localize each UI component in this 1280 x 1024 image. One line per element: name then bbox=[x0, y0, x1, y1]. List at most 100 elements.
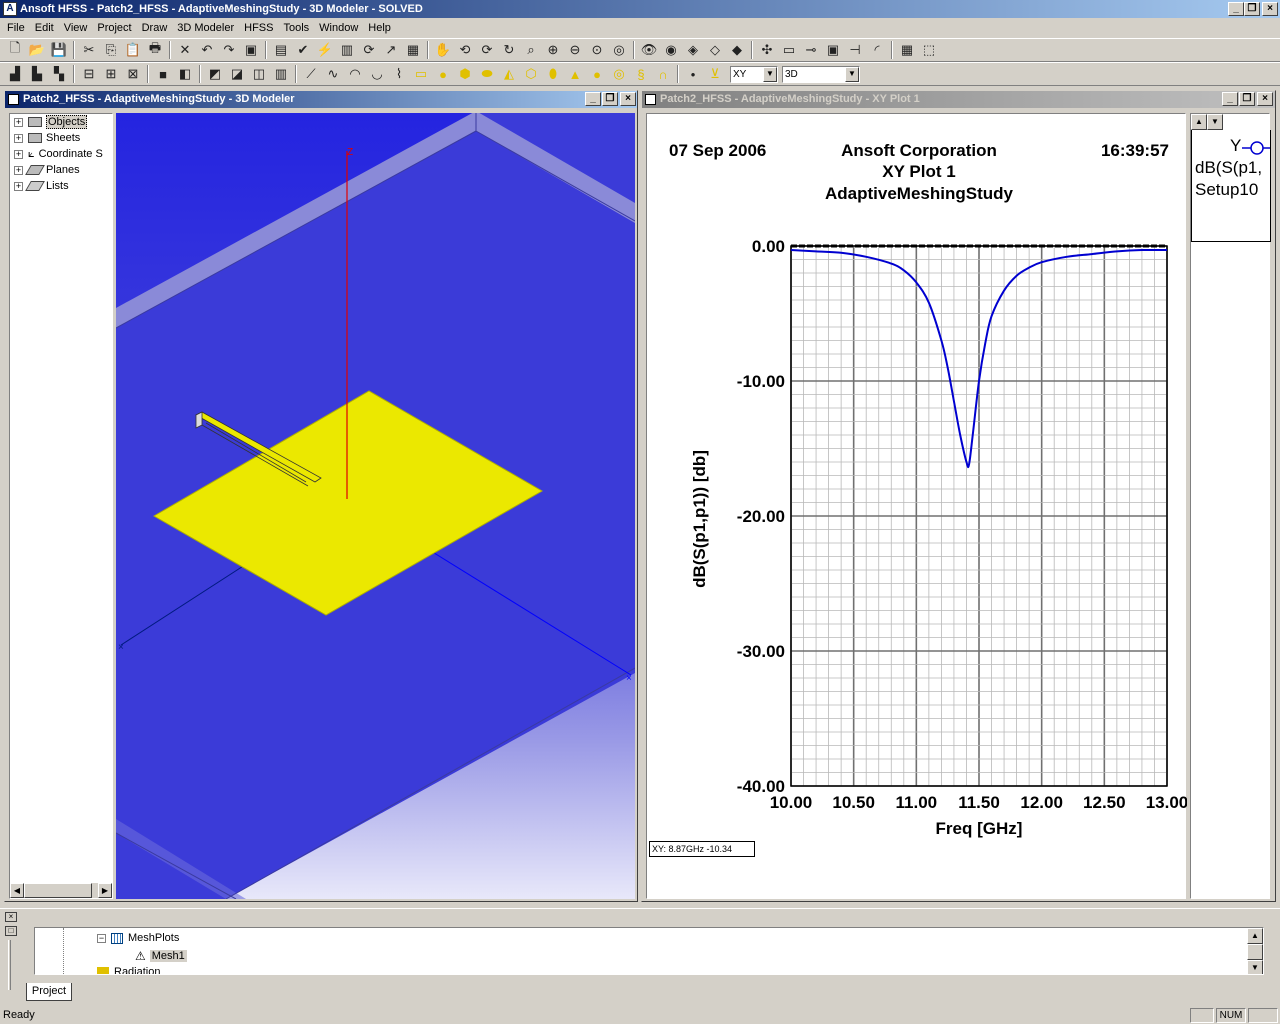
helix-solid-icon[interactable]: § bbox=[630, 64, 652, 84]
array-icon[interactable]: ◫ bbox=[248, 64, 270, 84]
tree-item-coordinate-systems[interactable]: + ⟀ Coordinate S bbox=[10, 146, 112, 162]
tree-item-radiation[interactable]: Radiation bbox=[97, 966, 160, 974]
menu-file[interactable]: File bbox=[2, 22, 30, 34]
scroll-thumb[interactable] bbox=[1247, 944, 1263, 960]
hide-all-icon[interactable]: ◇ bbox=[704, 40, 726, 60]
modeler-close-button[interactable]: × bbox=[620, 92, 636, 106]
collapse-icon[interactable]: − bbox=[97, 933, 106, 943]
visibility-icon[interactable]: ◆ bbox=[726, 40, 748, 60]
3d-scene[interactable]: × × Z bbox=[116, 113, 635, 899]
orbit-icon[interactable]: ↻ bbox=[498, 40, 520, 60]
tree-item-planes[interactable]: + Planes bbox=[10, 162, 112, 178]
undo-icon[interactable]: ↶ bbox=[196, 40, 218, 60]
pan-icon[interactable]: ✋ bbox=[432, 40, 454, 60]
fit-selection-icon[interactable]: ◎ bbox=[608, 40, 630, 60]
circle-icon[interactable]: ● bbox=[432, 64, 454, 84]
menu-window[interactable]: Window bbox=[314, 22, 363, 34]
expand-icon[interactable]: + bbox=[14, 149, 23, 159]
equation-curve-icon[interactable]: ◡ bbox=[366, 64, 388, 84]
3d-viewport[interactable]: × × Z bbox=[116, 113, 635, 899]
menu-view[interactable]: View bbox=[59, 22, 93, 34]
sphere-icon[interactable]: ● bbox=[586, 64, 608, 84]
tree-item-meshplots[interactable]: − MeshPlots bbox=[97, 932, 179, 944]
intersect-icon[interactable]: ▚ bbox=[48, 64, 70, 84]
zoom-in-icon[interactable]: ⊕ bbox=[542, 40, 564, 60]
chevron-down-icon[interactable]: ▼ bbox=[763, 66, 777, 82]
arc-snap-icon[interactable]: ◜ bbox=[866, 40, 888, 60]
bondwire-icon[interactable]: ∩ bbox=[652, 64, 674, 84]
center-snap-icon[interactable]: ▣ bbox=[822, 40, 844, 60]
menu-project[interactable]: Project bbox=[92, 22, 136, 34]
expand-icon[interactable]: + bbox=[14, 117, 23, 127]
validate-icon[interactable]: ✔ bbox=[292, 40, 314, 60]
delete-icon[interactable]: ✕ bbox=[174, 40, 196, 60]
separate-icon[interactable]: ⊠ bbox=[122, 64, 144, 84]
menu-edit[interactable]: Edit bbox=[30, 22, 59, 34]
new-icon[interactable]: 🗋 bbox=[4, 40, 26, 60]
box-icon[interactable]: ⬡ bbox=[520, 64, 542, 84]
analyze-icon[interactable]: ⚡ bbox=[314, 40, 336, 60]
hide-icon[interactable]: ◉ bbox=[660, 40, 682, 60]
chevron-down-icon[interactable]: ▼ bbox=[845, 66, 859, 82]
zoom-icon[interactable]: ⌕ bbox=[520, 40, 542, 60]
grid-snap-icon[interactable]: ✣ bbox=[756, 40, 778, 60]
cylinder-icon[interactable]: ⬮ bbox=[542, 64, 564, 84]
polygon-icon[interactable]: ⬢ bbox=[454, 64, 476, 84]
show-icon[interactable]: 👁 bbox=[638, 40, 660, 60]
show-all-icon[interactable]: ◈ bbox=[682, 40, 704, 60]
report-icon[interactable]: ↗ bbox=[380, 40, 402, 60]
xy-plot-chart[interactable]: 07 Sep 2006 Ansoft Corporation XY Plot 1… bbox=[647, 114, 1188, 900]
duplicate-icon[interactable]: ◪ bbox=[226, 64, 248, 84]
quick-icon[interactable]: ▣ bbox=[240, 40, 262, 60]
mode-combo[interactable]: 3D ▼ bbox=[782, 65, 860, 83]
copy-icon[interactable]: ⎘ bbox=[100, 40, 122, 60]
project-tree-scrollbar[interactable]: ▲ ▼ bbox=[1247, 928, 1263, 974]
redo-icon[interactable]: ↷ bbox=[218, 40, 240, 60]
rotate-obj-icon[interactable]: ◧ bbox=[174, 64, 196, 84]
plot-minimize-button[interactable]: _ bbox=[1222, 92, 1238, 106]
save-icon[interactable]: 💾 bbox=[48, 40, 70, 60]
legend-scroll-down-icon[interactable]: ▼ bbox=[1207, 114, 1223, 130]
move-icon[interactable]: ■ bbox=[152, 64, 174, 84]
cut-icon[interactable]: ✂ bbox=[78, 40, 100, 60]
coordinate-system-icon[interactable]: ⊻ bbox=[704, 64, 726, 84]
scroll-up-icon[interactable]: ▲ bbox=[1247, 928, 1263, 944]
ellipse-icon[interactable]: ⬬ bbox=[476, 64, 498, 84]
rectangle-icon[interactable]: ▭ bbox=[410, 64, 432, 84]
tree-item-sheets[interactable]: + Sheets bbox=[10, 130, 112, 146]
project-icon[interactable]: ▤ bbox=[270, 40, 292, 60]
tree-item-objects[interactable]: + Objects bbox=[10, 114, 112, 130]
plot-restore-button[interactable]: ❐ bbox=[1239, 92, 1255, 106]
scale-icon[interactable]: ▥ bbox=[270, 64, 292, 84]
plane-combo[interactable]: XY ▼ bbox=[730, 65, 778, 83]
restore-button[interactable]: ❐ bbox=[1244, 2, 1260, 16]
menu-help[interactable]: Help bbox=[363, 22, 396, 34]
panel-maximize-icon[interactable]: □ bbox=[5, 926, 17, 936]
close-button[interactable]: × bbox=[1262, 2, 1278, 16]
face-snap-icon[interactable]: ▭ bbox=[778, 40, 800, 60]
plot-close-button[interactable]: × bbox=[1257, 92, 1273, 106]
edge-snap-icon[interactable]: ⊸ bbox=[800, 40, 822, 60]
print-icon[interactable]: 🖶 bbox=[144, 40, 166, 60]
plot-canvas[interactable]: 07 Sep 2006 Ansoft Corporation XY Plot 1… bbox=[646, 113, 1188, 900]
table-icon[interactable]: ▦ bbox=[402, 40, 424, 60]
mirror-icon[interactable]: ◩ bbox=[204, 64, 226, 84]
helix-icon[interactable]: ⌇ bbox=[388, 64, 410, 84]
imprint-icon[interactable]: ⊞ bbox=[100, 64, 122, 84]
tree-horizontal-scrollbar[interactable]: ◀ ▶ bbox=[10, 882, 112, 898]
scroll-down-icon[interactable]: ▼ bbox=[1247, 960, 1263, 974]
scroll-left-icon[interactable]: ◀ bbox=[10, 883, 24, 898]
legend-box[interactable]: Y dB(S(p1, Setup10 bbox=[1191, 130, 1271, 242]
torus-icon[interactable]: ◎ bbox=[608, 64, 630, 84]
panel-grip[interactable]: × □ bbox=[3, 912, 19, 994]
tree-item-lists[interactable]: + Lists bbox=[10, 178, 112, 194]
region-icon[interactable]: ◭ bbox=[498, 64, 520, 84]
subtract-icon[interactable]: ▙ bbox=[26, 64, 48, 84]
line-icon[interactable]: ⟋ bbox=[300, 64, 322, 84]
split-icon[interactable]: ⊟ bbox=[78, 64, 100, 84]
legend-scroll-up-icon[interactable]: ▲ bbox=[1191, 114, 1207, 130]
grid-icon[interactable]: ▦ bbox=[896, 40, 918, 60]
results-icon[interactable]: ▥ bbox=[336, 40, 358, 60]
menu-draw[interactable]: Draw bbox=[137, 22, 173, 34]
scroll-right-icon[interactable]: ▶ bbox=[98, 883, 112, 898]
